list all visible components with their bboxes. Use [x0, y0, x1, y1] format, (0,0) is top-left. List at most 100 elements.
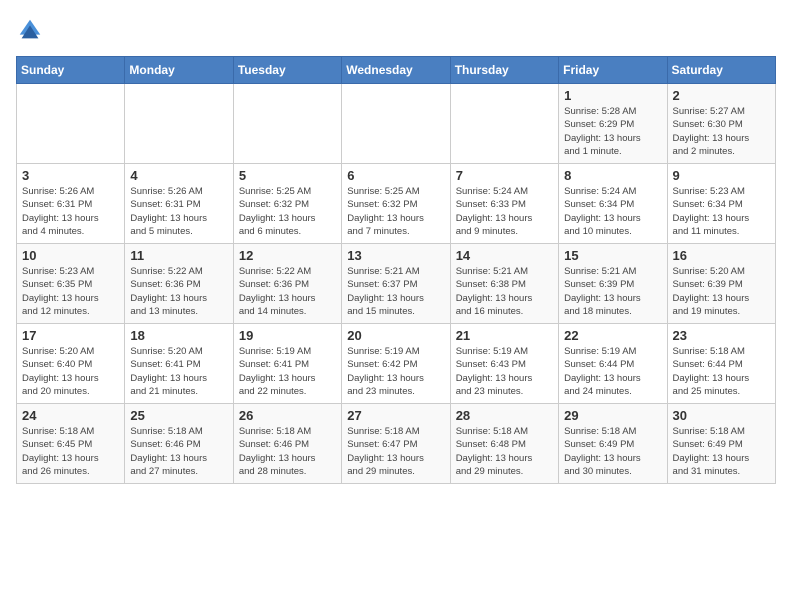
- day-info: Sunrise: 5:18 AM Sunset: 6:49 PM Dayligh…: [673, 425, 770, 478]
- calendar-cell: 2 Sunrise: 5:27 AM Sunset: 6:30 PM Daylig…: [667, 84, 775, 164]
- day-info: Sunrise: 5:18 AM Sunset: 6:47 PM Dayligh…: [347, 425, 444, 478]
- week-row-4: 24 Sunrise: 5:18 AM Sunset: 6:45 PM Dayli…: [17, 404, 776, 484]
- weekday-header-thursday: Thursday: [450, 57, 558, 84]
- calendar-cell: 18 Sunrise: 5:20 AM Sunset: 6:41 PM Dayli…: [125, 324, 233, 404]
- day-info: Sunrise: 5:25 AM Sunset: 6:32 PM Dayligh…: [239, 185, 336, 238]
- day-number: 28: [456, 408, 553, 423]
- day-info: Sunrise: 5:18 AM Sunset: 6:44 PM Dayligh…: [673, 345, 770, 398]
- day-info: Sunrise: 5:20 AM Sunset: 6:40 PM Dayligh…: [22, 345, 119, 398]
- day-info: Sunrise: 5:20 AM Sunset: 6:41 PM Dayligh…: [130, 345, 227, 398]
- calendar-cell: 27 Sunrise: 5:18 AM Sunset: 6:47 PM Dayli…: [342, 404, 450, 484]
- calendar-cell: 7 Sunrise: 5:24 AM Sunset: 6:33 PM Daylig…: [450, 164, 558, 244]
- calendar-cell: 29 Sunrise: 5:18 AM Sunset: 6:49 PM Dayli…: [559, 404, 667, 484]
- day-number: 11: [130, 248, 227, 263]
- day-info: Sunrise: 5:23 AM Sunset: 6:35 PM Dayligh…: [22, 265, 119, 318]
- calendar-cell: 5 Sunrise: 5:25 AM Sunset: 6:32 PM Daylig…: [233, 164, 341, 244]
- day-number: 16: [673, 248, 770, 263]
- calendar-cell: [342, 84, 450, 164]
- day-info: Sunrise: 5:20 AM Sunset: 6:39 PM Dayligh…: [673, 265, 770, 318]
- day-number: 25: [130, 408, 227, 423]
- calendar-cell: 19 Sunrise: 5:19 AM Sunset: 6:41 PM Dayli…: [233, 324, 341, 404]
- day-info: Sunrise: 5:24 AM Sunset: 6:33 PM Dayligh…: [456, 185, 553, 238]
- day-number: 5: [239, 168, 336, 183]
- week-row-1: 3 Sunrise: 5:26 AM Sunset: 6:31 PM Daylig…: [17, 164, 776, 244]
- week-row-3: 17 Sunrise: 5:20 AM Sunset: 6:40 PM Dayli…: [17, 324, 776, 404]
- day-number: 7: [456, 168, 553, 183]
- week-row-0: 1 Sunrise: 5:28 AM Sunset: 6:29 PM Daylig…: [17, 84, 776, 164]
- day-info: Sunrise: 5:18 AM Sunset: 6:46 PM Dayligh…: [130, 425, 227, 478]
- day-info: Sunrise: 5:28 AM Sunset: 6:29 PM Dayligh…: [564, 105, 661, 158]
- calendar-cell: 12 Sunrise: 5:22 AM Sunset: 6:36 PM Dayli…: [233, 244, 341, 324]
- calendar-cell: 26 Sunrise: 5:18 AM Sunset: 6:46 PM Dayli…: [233, 404, 341, 484]
- calendar-cell: 11 Sunrise: 5:22 AM Sunset: 6:36 PM Dayli…: [125, 244, 233, 324]
- day-number: 6: [347, 168, 444, 183]
- day-info: Sunrise: 5:25 AM Sunset: 6:32 PM Dayligh…: [347, 185, 444, 238]
- calendar-cell: 23 Sunrise: 5:18 AM Sunset: 6:44 PM Dayli…: [667, 324, 775, 404]
- day-info: Sunrise: 5:21 AM Sunset: 6:38 PM Dayligh…: [456, 265, 553, 318]
- weekday-header-sunday: Sunday: [17, 57, 125, 84]
- logo-icon: [16, 16, 44, 44]
- day-number: 1: [564, 88, 661, 103]
- day-info: Sunrise: 5:27 AM Sunset: 6:30 PM Dayligh…: [673, 105, 770, 158]
- calendar-cell: 6 Sunrise: 5:25 AM Sunset: 6:32 PM Daylig…: [342, 164, 450, 244]
- day-info: Sunrise: 5:18 AM Sunset: 6:48 PM Dayligh…: [456, 425, 553, 478]
- weekday-header-row: SundayMondayTuesdayWednesdayThursdayFrid…: [17, 57, 776, 84]
- day-number: 22: [564, 328, 661, 343]
- day-number: 4: [130, 168, 227, 183]
- day-info: Sunrise: 5:26 AM Sunset: 6:31 PM Dayligh…: [22, 185, 119, 238]
- day-number: 3: [22, 168, 119, 183]
- weekday-header-friday: Friday: [559, 57, 667, 84]
- day-number: 9: [673, 168, 770, 183]
- day-info: Sunrise: 5:19 AM Sunset: 6:41 PM Dayligh…: [239, 345, 336, 398]
- day-info: Sunrise: 5:18 AM Sunset: 6:46 PM Dayligh…: [239, 425, 336, 478]
- calendar-cell: 22 Sunrise: 5:19 AM Sunset: 6:44 PM Dayli…: [559, 324, 667, 404]
- calendar-cell: [233, 84, 341, 164]
- day-number: 12: [239, 248, 336, 263]
- day-info: Sunrise: 5:19 AM Sunset: 6:43 PM Dayligh…: [456, 345, 553, 398]
- weekday-header-monday: Monday: [125, 57, 233, 84]
- calendar-cell: 17 Sunrise: 5:20 AM Sunset: 6:40 PM Dayli…: [17, 324, 125, 404]
- day-number: 20: [347, 328, 444, 343]
- day-info: Sunrise: 5:26 AM Sunset: 6:31 PM Dayligh…: [130, 185, 227, 238]
- day-info: Sunrise: 5:19 AM Sunset: 6:42 PM Dayligh…: [347, 345, 444, 398]
- day-number: 8: [564, 168, 661, 183]
- week-row-2: 10 Sunrise: 5:23 AM Sunset: 6:35 PM Dayli…: [17, 244, 776, 324]
- day-info: Sunrise: 5:21 AM Sunset: 6:39 PM Dayligh…: [564, 265, 661, 318]
- calendar-table: SundayMondayTuesdayWednesdayThursdayFrid…: [16, 56, 776, 484]
- calendar-cell: 8 Sunrise: 5:24 AM Sunset: 6:34 PM Daylig…: [559, 164, 667, 244]
- calendar-cell: 25 Sunrise: 5:18 AM Sunset: 6:46 PM Dayli…: [125, 404, 233, 484]
- day-number: 19: [239, 328, 336, 343]
- day-number: 23: [673, 328, 770, 343]
- day-number: 2: [673, 88, 770, 103]
- day-number: 10: [22, 248, 119, 263]
- day-info: Sunrise: 5:19 AM Sunset: 6:44 PM Dayligh…: [564, 345, 661, 398]
- day-number: 26: [239, 408, 336, 423]
- day-info: Sunrise: 5:22 AM Sunset: 6:36 PM Dayligh…: [239, 265, 336, 318]
- page-header: [16, 16, 776, 44]
- weekday-header-saturday: Saturday: [667, 57, 775, 84]
- day-info: Sunrise: 5:18 AM Sunset: 6:45 PM Dayligh…: [22, 425, 119, 478]
- calendar-cell: 9Sunrise: 5:23 AM Sunset: 6:34 PM Daylig…: [667, 164, 775, 244]
- weekday-header-wednesday: Wednesday: [342, 57, 450, 84]
- day-number: 30: [673, 408, 770, 423]
- day-number: 18: [130, 328, 227, 343]
- calendar-cell: 3 Sunrise: 5:26 AM Sunset: 6:31 PM Daylig…: [17, 164, 125, 244]
- day-info: Sunrise: 5:18 AM Sunset: 6:49 PM Dayligh…: [564, 425, 661, 478]
- day-number: 21: [456, 328, 553, 343]
- day-info: Sunrise: 5:24 AM Sunset: 6:34 PM Dayligh…: [564, 185, 661, 238]
- calendar-cell: 1 Sunrise: 5:28 AM Sunset: 6:29 PM Daylig…: [559, 84, 667, 164]
- day-number: 29: [564, 408, 661, 423]
- calendar-cell: [450, 84, 558, 164]
- day-number: 27: [347, 408, 444, 423]
- calendar-cell: 21 Sunrise: 5:19 AM Sunset: 6:43 PM Dayli…: [450, 324, 558, 404]
- day-number: 14: [456, 248, 553, 263]
- day-number: 24: [22, 408, 119, 423]
- day-info: Sunrise: 5:22 AM Sunset: 6:36 PM Dayligh…: [130, 265, 227, 318]
- day-number: 17: [22, 328, 119, 343]
- calendar-cell: 30 Sunrise: 5:18 AM Sunset: 6:49 PM Dayli…: [667, 404, 775, 484]
- day-number: 13: [347, 248, 444, 263]
- calendar-cell: [125, 84, 233, 164]
- day-info: Sunrise: 5:21 AM Sunset: 6:37 PM Dayligh…: [347, 265, 444, 318]
- logo: [16, 16, 48, 44]
- calendar-cell: 13 Sunrise: 5:21 AM Sunset: 6:37 PM Dayli…: [342, 244, 450, 324]
